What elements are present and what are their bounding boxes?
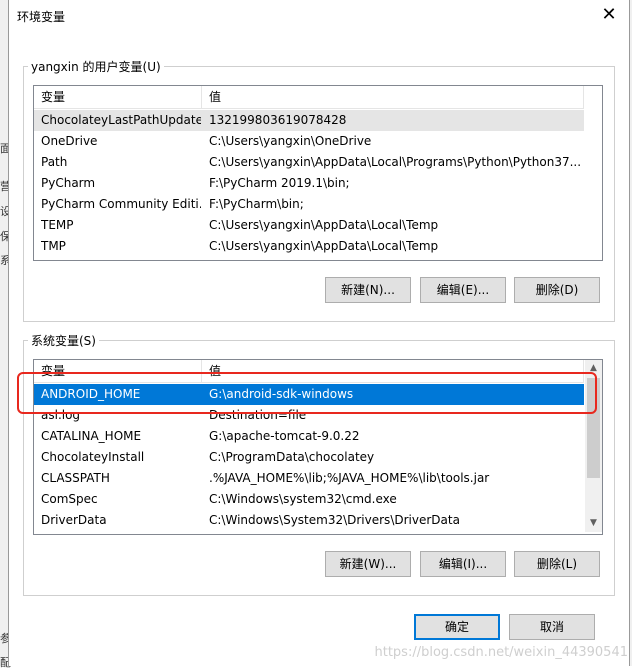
system-delete-button[interactable]: 删除(L): [514, 551, 600, 577]
user-variables-list[interactable]: 变量 值 ChocolateyLastPathUpdate 1321998036…: [33, 85, 603, 261]
table-row[interactable]: PyCharm Community Editi... F:\PyCharm\bi…: [34, 194, 584, 215]
close-icon[interactable]: ✕: [597, 4, 621, 26]
table-row[interactable]: CATALINA_HOME G:\apache-tomcat-9.0.22: [34, 426, 584, 447]
table-row[interactable]: PyCharm F:\PyCharm 2019.1\bin;: [34, 173, 584, 194]
table-row[interactable]: TMP C:\Users\yangxin\AppData\Local\Temp: [34, 236, 584, 257]
variable-name: TEMP: [41, 218, 74, 232]
table-row[interactable]: CLASSPATH .%JAVA_HOME%\lib;%JAVA_HOME%\l…: [34, 468, 584, 489]
variable-name: PyCharm Community Editi...: [41, 197, 201, 211]
column-header-variable[interactable]: 变量: [34, 86, 202, 108]
cancel-button[interactable]: 取消: [509, 614, 595, 640]
user-edit-button[interactable]: 编辑(E)...: [420, 277, 506, 303]
user-delete-button[interactable]: 删除(D): [514, 277, 600, 303]
variable-name: Path: [41, 155, 68, 169]
system-new-button[interactable]: 新建(W)...: [325, 551, 411, 577]
variable-value: .%JAVA_HOME%\lib;%JAVA_HOME%\lib\tools.j…: [209, 471, 490, 485]
variable-name: ChocolateyInstall: [41, 450, 145, 464]
variable-name: DriverData: [41, 513, 107, 527]
variable-value: F:\PyCharm\bin;: [209, 197, 304, 211]
variable-value: 132199803619078428: [209, 113, 347, 127]
highlight-annotation: [17, 372, 597, 414]
table-row[interactable]: DriverData C:\Windows\System32\Drivers\D…: [34, 510, 584, 531]
title-bar: 环境变量 ✕: [9, 0, 629, 30]
variable-value: C:\Windows\system32\cmd.exe: [209, 492, 397, 506]
variable-value: F:\PyCharm 2019.1\bin;: [209, 176, 350, 190]
table-row[interactable]: ChocolateyLastPathUpdate 132199803619078…: [34, 110, 584, 131]
variable-value: C:\Windows\System32\Drivers\DriverData: [209, 513, 460, 527]
list-header: 变量 值: [34, 86, 584, 109]
variable-name: PyCharm: [41, 176, 96, 190]
user-variables-label: yangxin 的用户变量(U): [28, 58, 164, 75]
variable-name: TMP: [41, 239, 66, 253]
variable-name: OneDrive: [41, 134, 98, 148]
variable-value: C:\ProgramData\chocolatey: [209, 450, 375, 464]
variable-name: CLASSPATH: [41, 471, 110, 485]
dialog-title: 环境变量: [17, 10, 66, 24]
watermark: https://blog.csdn.net/weixin_44390541: [374, 645, 628, 660]
ok-button[interactable]: 确定: [414, 614, 500, 640]
table-row[interactable]: ComSpec C:\Windows\system32\cmd.exe: [34, 489, 584, 510]
variable-name: CATALINA_HOME: [41, 429, 142, 443]
variable-name: ComSpec: [41, 492, 98, 506]
environment-variables-dialog: 环境变量 ✕ yangxin 的用户变量(U) 变量 值 ChocolateyL…: [8, 0, 630, 666]
system-variables-label: 系统变量(S): [28, 332, 99, 349]
table-row[interactable]: TEMP C:\Users\yangxin\AppData\Local\Temp: [34, 215, 584, 236]
column-header-value[interactable]: 值: [202, 86, 584, 108]
variable-value: G:\apache-tomcat-9.0.22: [209, 429, 360, 443]
variable-name: ChocolateyLastPathUpdate: [41, 113, 201, 127]
system-edit-button[interactable]: 编辑(I)...: [420, 551, 506, 577]
variable-value: C:\Users\yangxin\AppData\Local\Programs\…: [209, 155, 582, 169]
user-new-button[interactable]: 新建(N)...: [325, 277, 411, 303]
variable-value: C:\Users\yangxin\AppData\Local\Temp: [209, 218, 439, 232]
table-row[interactable]: ChocolateyInstall C:\ProgramData\chocola…: [34, 447, 584, 468]
scroll-down-icon[interactable]: ▼: [585, 515, 602, 532]
variable-value: C:\Users\yangxin\AppData\Local\Temp: [209, 239, 439, 253]
variable-value: C:\Users\yangxin\OneDrive: [209, 134, 372, 148]
table-row[interactable]: OneDrive C:\Users\yangxin\OneDrive: [34, 131, 584, 152]
table-row[interactable]: Path C:\Users\yangxin\AppData\Local\Prog…: [34, 152, 584, 173]
